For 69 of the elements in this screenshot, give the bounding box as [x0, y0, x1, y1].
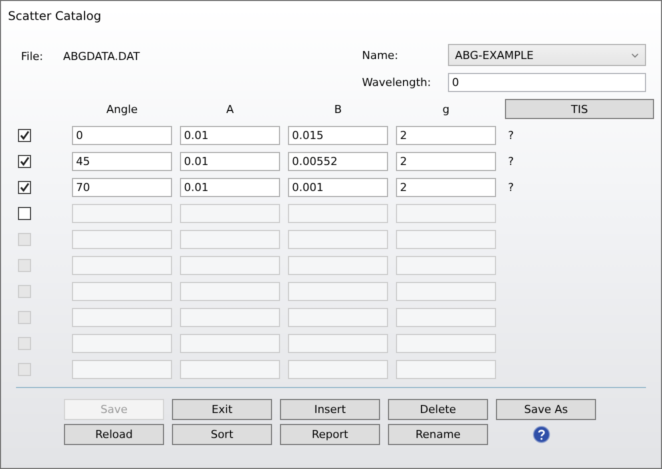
column-header: g: [442, 102, 450, 116]
value-field[interactable]: [288, 204, 388, 223]
action-button[interactable]: Rename: [388, 424, 488, 445]
value-field[interactable]: [288, 230, 388, 249]
wavelength-field[interactable]: 0: [448, 73, 646, 92]
value-field[interactable]: [288, 256, 388, 275]
value-field[interactable]: [396, 282, 496, 301]
action-button[interactable]: Exit: [172, 399, 272, 420]
value-field[interactable]: [396, 204, 496, 223]
value-field[interactable]: [72, 334, 172, 353]
name-dropdown[interactable]: ABG-EXAMPLE: [448, 44, 646, 66]
action-button[interactable]: Delete: [388, 399, 488, 420]
action-button[interactable]: Reload: [64, 424, 164, 445]
value-field[interactable]: [396, 334, 496, 353]
row-checkbox[interactable]: [18, 155, 31, 168]
value-field[interactable]: 45: [72, 152, 172, 171]
value-field[interactable]: 0: [72, 126, 172, 145]
value-field[interactable]: [180, 282, 280, 301]
value-field[interactable]: 2: [396, 126, 496, 145]
action-button[interactable]: Insert: [280, 399, 380, 420]
action-button[interactable]: Report: [280, 424, 380, 445]
row-checkbox[interactable]: [18, 181, 31, 194]
value-field[interactable]: [72, 360, 172, 379]
value-field[interactable]: [180, 334, 280, 353]
action-button[interactable]: Sort: [172, 424, 272, 445]
status-mark: ?: [507, 181, 515, 194]
value-field[interactable]: [288, 334, 388, 353]
name-label: Name:: [361, 48, 400, 62]
status-mark: ?: [507, 155, 515, 168]
value-field[interactable]: [180, 230, 280, 249]
value-field[interactable]: 0.00552: [288, 152, 388, 171]
value-field[interactable]: [180, 308, 280, 327]
value-field[interactable]: [180, 256, 280, 275]
column-header: A: [225, 102, 235, 116]
value-field[interactable]: 0.001: [288, 178, 388, 197]
value-field[interactable]: [288, 282, 388, 301]
value-field[interactable]: 0.01: [180, 126, 280, 145]
value-field[interactable]: [396, 256, 496, 275]
column-header: Angle: [105, 102, 139, 116]
value-field[interactable]: [72, 256, 172, 275]
value-field[interactable]: [72, 230, 172, 249]
column-header: B: [333, 102, 343, 116]
value-field[interactable]: [396, 308, 496, 327]
value-field[interactable]: [396, 230, 496, 249]
value-field[interactable]: [72, 204, 172, 223]
value-field[interactable]: [288, 308, 388, 327]
value-field[interactable]: [396, 360, 496, 379]
value-field[interactable]: 2: [396, 152, 496, 171]
value-field[interactable]: [180, 204, 280, 223]
row-checkbox[interactable]: [18, 207, 31, 220]
tis-button[interactable]: TIS: [505, 99, 654, 119]
value-field[interactable]: 2: [396, 178, 496, 197]
file-name: ABGDATA.DAT: [63, 50, 140, 63]
value-field[interactable]: [288, 360, 388, 379]
value-field[interactable]: [72, 282, 172, 301]
value-field[interactable]: [180, 360, 280, 379]
action-button[interactable]: Save As: [496, 399, 596, 420]
value-field[interactable]: 70: [72, 178, 172, 197]
value-field[interactable]: [72, 308, 172, 327]
caret-icon: [631, 52, 639, 58]
value-field[interactable]: 0.01: [180, 152, 280, 171]
value-field[interactable]: 0.015: [288, 126, 388, 145]
file-label: File:: [21, 50, 44, 63]
value-field[interactable]: 0.01: [180, 178, 280, 197]
window-title: Scatter Catalog: [8, 9, 102, 23]
help-icon[interactable]: [532, 426, 550, 443]
wavelength-label: Wavelength:: [361, 76, 432, 89]
status-mark: ?: [507, 129, 515, 142]
row-checkbox[interactable]: [18, 129, 31, 142]
